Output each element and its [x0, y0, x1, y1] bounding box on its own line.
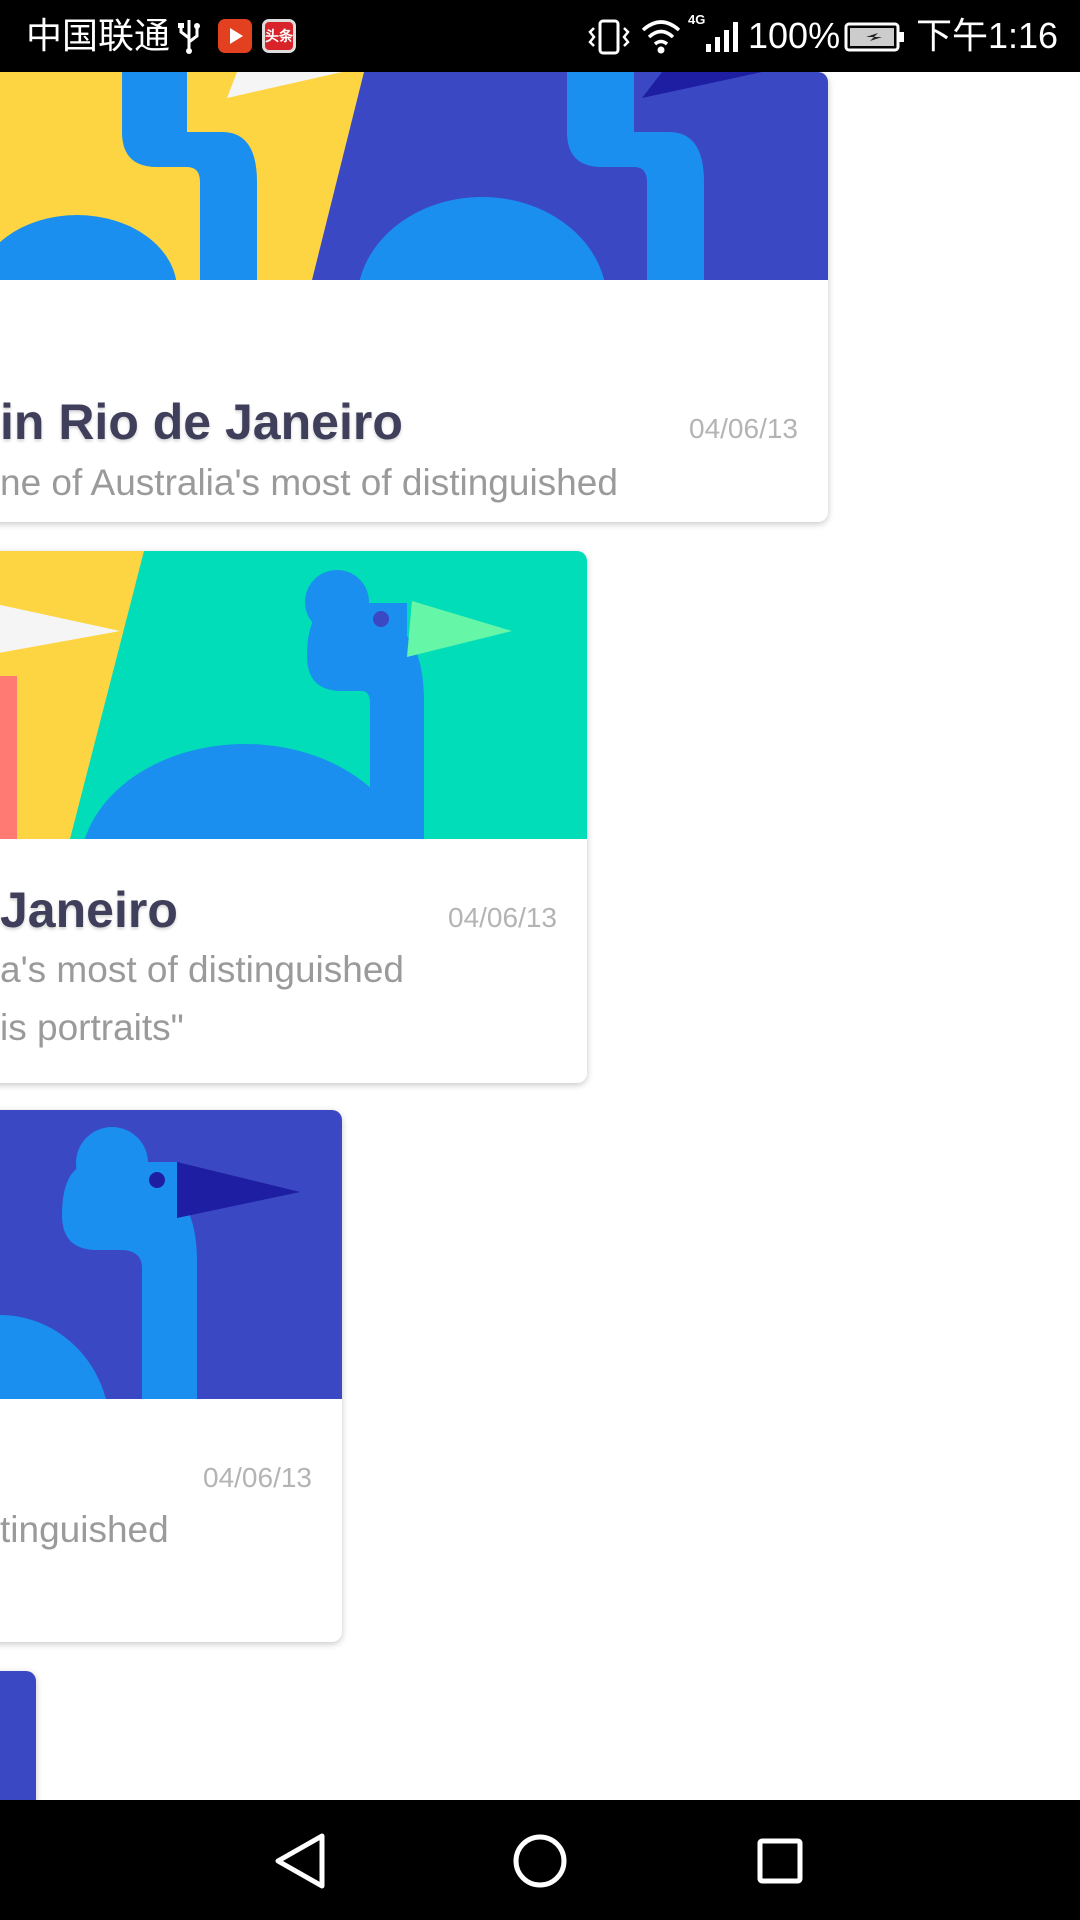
news-app-icon: 头条: [262, 19, 296, 53]
battery-icon: [844, 22, 904, 52]
signal-icon: [706, 22, 738, 52]
card-description-line: a's most of distinguished: [0, 949, 405, 990]
card-description-line: is portraits": [0, 1007, 184, 1048]
vibrate-icon: [588, 19, 630, 55]
card-hero-illustration: [0, 1110, 342, 1399]
home-circle-icon[interactable]: [505, 1826, 575, 1896]
card-date: 04/06/13: [689, 413, 798, 444]
carrier-label: 中国联通: [26, 15, 171, 56]
card-date: 04/06/13: [448, 902, 557, 933]
clock: 下午1:16: [916, 15, 1059, 56]
video-app-icon: [218, 19, 252, 53]
card-title: Janeiro: [0, 882, 178, 938]
article-card[interactable]: 04/06/13 tinguished: [0, 1110, 342, 1642]
status-bar: 中国联通 头条 4G 100% 下午1:16: [0, 0, 1080, 72]
card-description: tinguished: [0, 1501, 169, 1559]
card-hero-illustration: [0, 72, 828, 280]
article-card[interactable]: Janeiro 04/06/13 a's most of distinguish…: [0, 551, 587, 1083]
card-date: 04/06/13: [203, 1462, 312, 1493]
card-description-line: tinguished: [0, 1509, 169, 1550]
card-description: a's most of distinguished is portraits": [0, 941, 404, 1057]
article-card[interactable]: in Rio de Janeiro 04/06/13 ne of Austral…: [0, 72, 828, 522]
battery-percent: 100%: [748, 15, 841, 56]
card-title: in Rio de Janeiro: [0, 394, 403, 450]
card-description: ne of Australia's most of distinguished …: [0, 454, 618, 522]
card-hero-illustration: [0, 551, 587, 839]
card-description-line: ne of Australia's most of distinguished: [0, 462, 618, 503]
wifi-icon: [641, 20, 681, 54]
recents-square-icon[interactable]: [745, 1826, 815, 1896]
usb-icon: [178, 20, 200, 54]
network-type-label: 4G: [688, 12, 706, 27]
screen: 中国联通 头条 4G 100% 下午1:16 in Rio de Janeiro…: [0, 0, 1080, 1920]
back-triangle-icon[interactable]: [264, 1826, 334, 1896]
card-description-line: enowned for his portraits": [0, 512, 618, 522]
navigation-bar: [0, 1800, 1080, 1920]
